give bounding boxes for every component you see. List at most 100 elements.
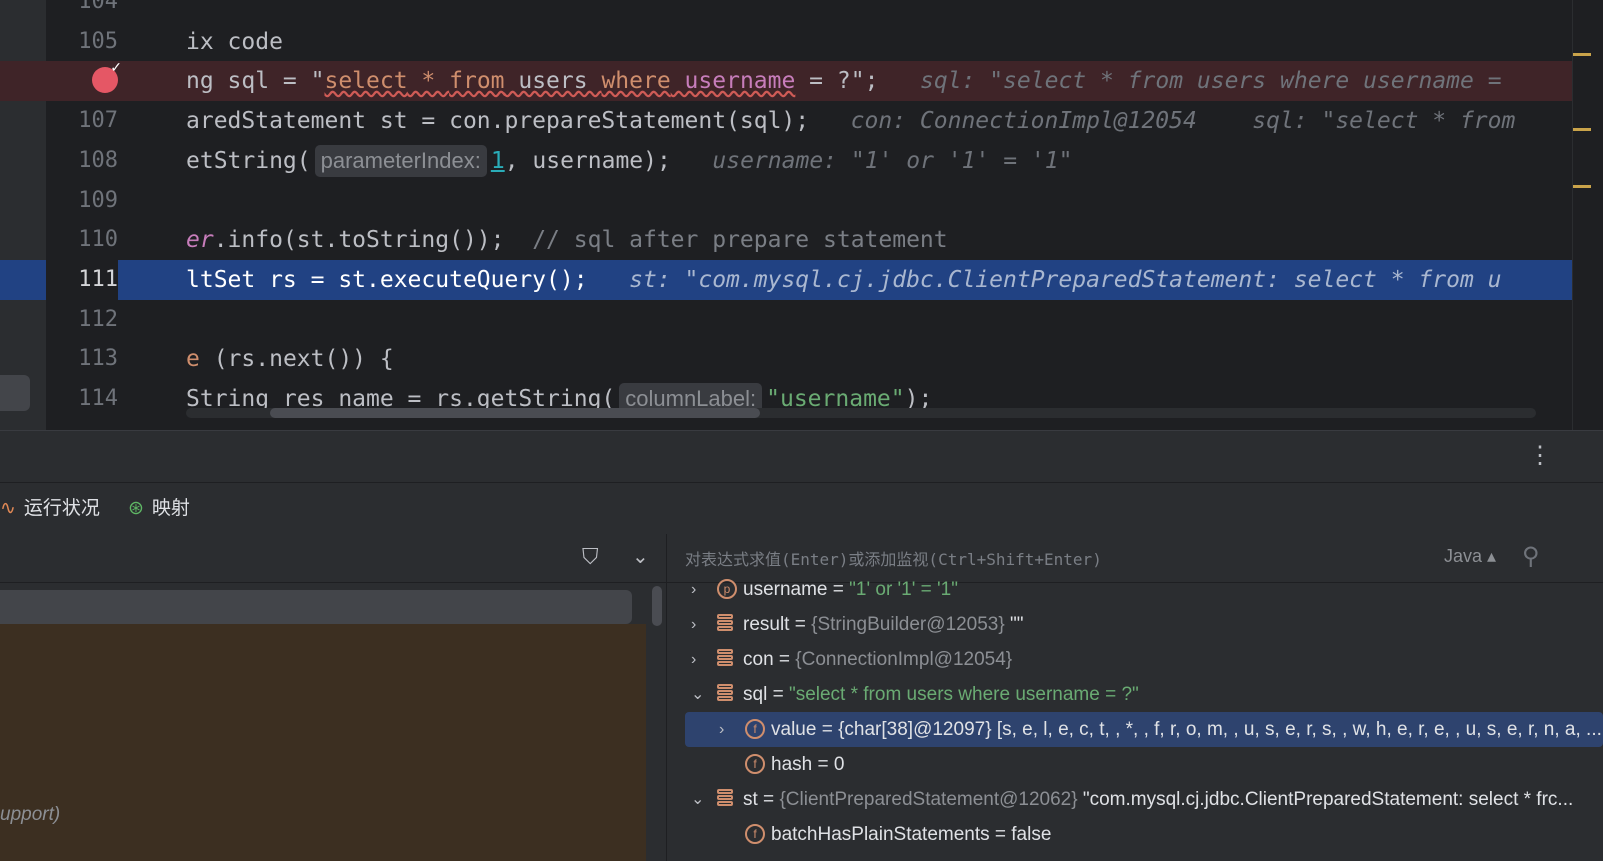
evaluate-expression-input[interactable] bbox=[683, 542, 1427, 576]
frames-panel: ⛉ ⌄ upport) bbox=[0, 534, 667, 861]
expand-chevron-icon[interactable]: › bbox=[691, 572, 696, 607]
code-text: ng sql = "select * from users where user… bbox=[186, 68, 1502, 94]
vertical-scrollbar[interactable] bbox=[1572, 0, 1603, 430]
variables-panel: Java ▴ ⚲ › p username = "1' or '1' = '1" › r… bbox=[667, 534, 1603, 861]
variable-name: sql bbox=[743, 684, 768, 705]
variable-equals: = bbox=[767, 684, 789, 705]
variable-equals: = bbox=[789, 614, 812, 635]
horizontal-scrollbar-thumb[interactable] bbox=[270, 408, 760, 418]
variable-row-value[interactable]: › f value = {char[38]@12097} [s, e, l, e, … bbox=[685, 712, 1603, 747]
variable-name: result bbox=[743, 614, 790, 635]
tab-mapping[interactable]: ⊛ 映射 bbox=[128, 483, 190, 535]
frame-item-label: upport) bbox=[0, 804, 61, 825]
code-line-104[interactable]: 104 bbox=[0, 0, 1603, 22]
code-line-106[interactable]: ng sql = "select * from users where user… bbox=[0, 61, 1603, 101]
code-text: etString(parameterIndex: 1, username); us… bbox=[186, 141, 1072, 181]
code-line-111-current[interactable]: 111 ltSet rs = st.executeQuery(); st: "c… bbox=[0, 260, 1603, 300]
more-options-icon[interactable]: ⋮ bbox=[1528, 441, 1552, 470]
variable-value: false bbox=[1011, 824, 1052, 845]
expand-chevron-icon[interactable]: › bbox=[691, 607, 696, 642]
variable-row-sql[interactable]: ⌄ sql = "select * from users where userna… bbox=[667, 677, 1603, 712]
frame-item-selected[interactable] bbox=[0, 590, 632, 624]
warning-marker[interactable] bbox=[1573, 53, 1591, 56]
variable-text: st = {ClientPreparedStatement@12062} "co… bbox=[743, 782, 1573, 817]
inline-value-hint: sql: "select * from bbox=[1252, 108, 1516, 134]
code-line-112[interactable]: 112 bbox=[0, 300, 1603, 340]
variable-text: result = {StringBuilder@12053} "" bbox=[743, 607, 1024, 642]
line-number: 108 bbox=[78, 148, 118, 173]
variable-row-username[interactable]: › p username = "1' or '1' = '1" bbox=[667, 572, 1603, 607]
code-line-108[interactable]: 108 etString(parameterIndex: 1, username)… bbox=[0, 141, 1603, 181]
variable-name: username bbox=[743, 579, 828, 600]
code-line-110[interactable]: 110 er.info(st.toString()); // sql after… bbox=[0, 220, 1603, 260]
variable-equals: = bbox=[757, 789, 780, 810]
expand-chevron-icon[interactable]: › bbox=[691, 642, 696, 677]
expand-chevron-icon[interactable]: › bbox=[719, 712, 724, 747]
variable-text: sql = "select * from users where usernam… bbox=[743, 677, 1139, 712]
variable-value: {char[38]@12097} [s, e, l, e, c, t, , *,… bbox=[838, 719, 1602, 740]
variable-name: st bbox=[743, 789, 758, 810]
variable-row-con[interactable]: › con = {ConnectionImpl@12054} bbox=[667, 642, 1603, 677]
variable-text: hash = 0 bbox=[771, 747, 844, 782]
breakpoint-icon[interactable] bbox=[92, 59, 122, 93]
variable-name: value bbox=[771, 719, 817, 740]
line-number: 111 bbox=[46, 260, 118, 300]
code-editor[interactable]: 104 105 ix code ng sql = "select * from … bbox=[0, 0, 1603, 430]
inline-value-hint: con: ConnectionImpl@12054 bbox=[850, 108, 1197, 134]
language-selector[interactable]: Java ▴ bbox=[1444, 546, 1496, 567]
code-text: e (rs.next()) { bbox=[186, 346, 394, 372]
variable-name: hash bbox=[771, 754, 813, 775]
code-text: ix code bbox=[186, 29, 283, 55]
variable-value: "com.mysql.cj.jdbc.ClientPreparedStateme… bbox=[1077, 789, 1574, 810]
chevron-down-icon[interactable]: ⌄ bbox=[632, 544, 649, 569]
line-number: 105 bbox=[78, 29, 118, 54]
field-icon: f bbox=[745, 719, 765, 739]
warning-marker[interactable] bbox=[1573, 185, 1591, 188]
variable-type: {ClientPreparedStatement@12062} bbox=[779, 789, 1078, 810]
variable-text: con = {ConnectionImpl@12054} bbox=[743, 642, 1012, 677]
code-text: er.info(st.toString()); // sql after pre… bbox=[186, 227, 948, 253]
mapping-icon: ⊛ bbox=[128, 498, 144, 519]
code-text: ltSet rs = st.executeQuery(); st: "com.m… bbox=[186, 267, 1502, 293]
variable-text: batchHasPlainStatements = false bbox=[771, 817, 1051, 852]
code-line-113[interactable]: 113 e (rs.next()) { bbox=[0, 339, 1603, 379]
code-comment: // sql after prepare statement bbox=[532, 227, 948, 253]
variable-name: con bbox=[743, 649, 774, 670]
variable-value: "1' or '1' = '1" bbox=[849, 579, 958, 600]
code-line-109[interactable]: 109 bbox=[0, 181, 1603, 221]
frame-list-library-frames[interactable] bbox=[0, 624, 646, 861]
code-line-107[interactable]: 107 aredStatement st = con.prepareStatem… bbox=[0, 101, 1603, 141]
variable-value: "" bbox=[1004, 614, 1024, 635]
variable-row-hash[interactable]: f hash = 0 bbox=[667, 747, 1603, 782]
code-line-105[interactable]: 105 ix code bbox=[0, 22, 1603, 62]
code-text: aredStatement st = con.prepareStatement(… bbox=[186, 108, 1516, 134]
pulse-icon: ∿ bbox=[0, 498, 16, 519]
tab-runtime-status[interactable]: ∿ 运行状况 bbox=[0, 483, 100, 535]
variable-type: {ConnectionImpl@12054} bbox=[795, 649, 1013, 670]
variable-type: {StringBuilder@12053} bbox=[811, 614, 1005, 635]
variable-equals: = bbox=[812, 754, 834, 775]
variable-row-batchHasPlainStatements[interactable]: f batchHasPlainStatements = false bbox=[667, 817, 1603, 852]
inline-value-hint: username: "1' or '1' = '1" bbox=[712, 148, 1073, 174]
variable-object-icon bbox=[717, 614, 733, 634]
line-number: 104 bbox=[78, 0, 118, 14]
variable-equals: = bbox=[989, 824, 1012, 845]
collapse-chevron-icon[interactable]: ⌄ bbox=[691, 782, 704, 817]
frames-toolbar: ⛉ ⌄ bbox=[0, 534, 666, 583]
frames-scrollbar[interactable] bbox=[652, 586, 662, 626]
variable-row-st[interactable]: ⌄ st = {ClientPreparedStatement@12062} "c… bbox=[667, 782, 1603, 817]
line-number: 109 bbox=[78, 188, 118, 213]
inline-value-hint: st: "com.mysql.cj.jdbc.ClientPreparedSta… bbox=[629, 267, 1502, 293]
line-number: 112 bbox=[78, 307, 118, 332]
line-number: 110 bbox=[78, 227, 118, 252]
add-watch-icon[interactable]: ⚲ bbox=[1522, 542, 1540, 571]
parameter-icon: p bbox=[717, 579, 737, 599]
variable-value: 0 bbox=[833, 754, 845, 775]
collapse-chevron-icon[interactable]: ⌄ bbox=[691, 677, 704, 712]
variable-equals: = bbox=[816, 719, 839, 740]
variable-text: value = {char[38]@12097} [s, e, l, e, c,… bbox=[771, 712, 1602, 747]
filter-icon[interactable]: ⛉ bbox=[582, 544, 599, 570]
variable-row-result[interactable]: › result = {StringBuilder@12053} "" bbox=[667, 607, 1603, 642]
warning-marker[interactable] bbox=[1573, 128, 1591, 131]
variable-object-icon bbox=[717, 649, 733, 669]
